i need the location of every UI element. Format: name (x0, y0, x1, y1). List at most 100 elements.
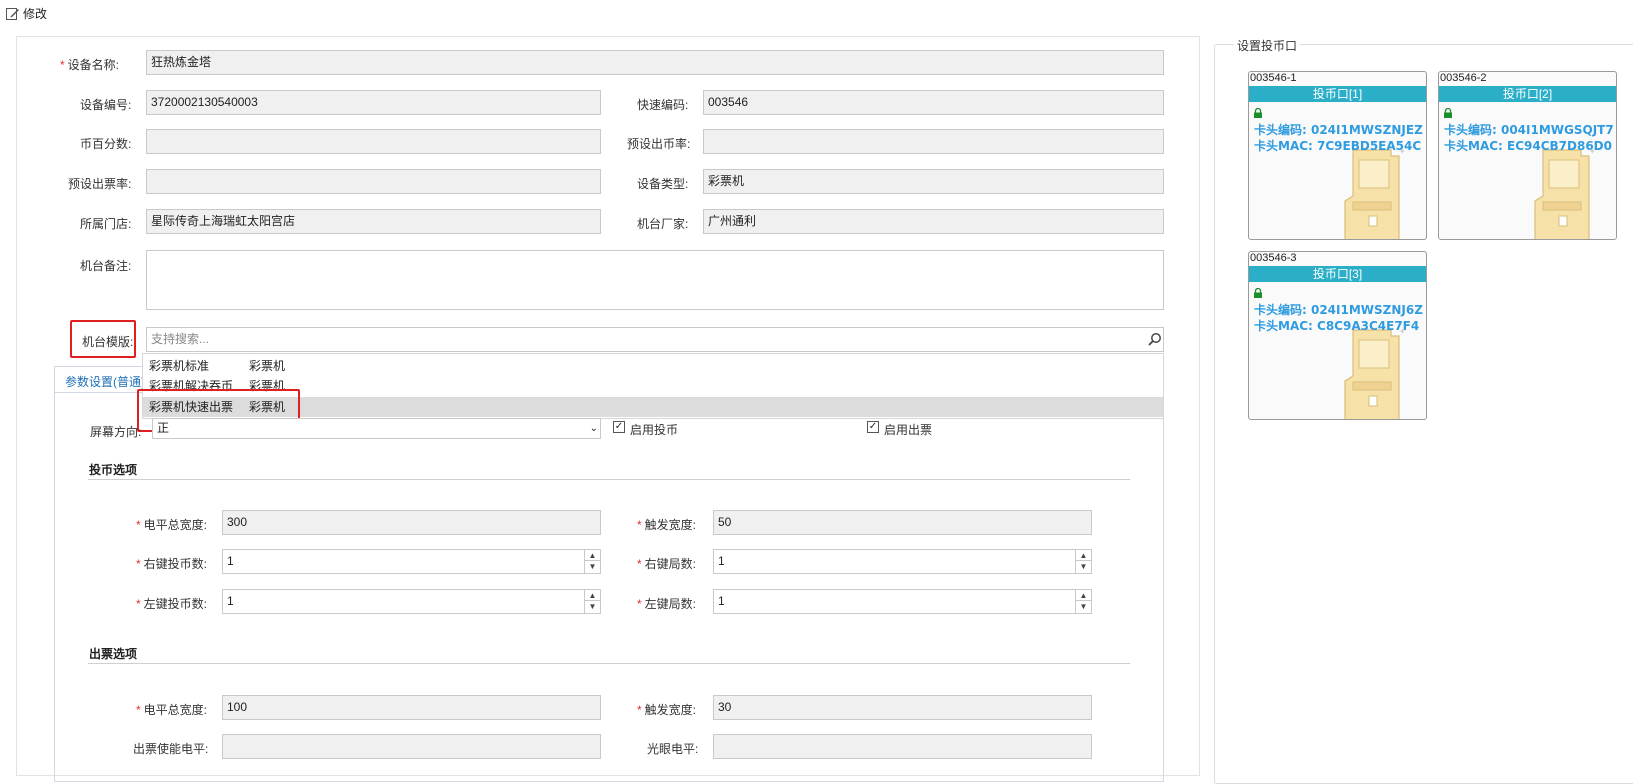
manufacturer-field[interactable]: 广州通利 (703, 209, 1164, 234)
option-type: 彩票机 (249, 359, 286, 373)
left-coin-value: 1 (227, 594, 234, 608)
ticket-trigger-width-field[interactable]: 30 (713, 695, 1092, 720)
device-name-label: * 设备名称: (60, 58, 120, 72)
right-rounds-label: * 右键局数: (637, 557, 697, 571)
screen-direction-value: 正 (157, 421, 170, 435)
device-type-label: 设备类型: (637, 177, 689, 191)
ticket-level-width-label: * 电平总宽度: (136, 703, 208, 717)
svg-text:✦: ✦ (1339, 336, 1341, 352)
remark-label: 机台备注: (80, 259, 132, 273)
coin-percent-label: 币百分数: (80, 137, 132, 151)
coin-trigger-width-field[interactable]: 50 (713, 510, 1092, 535)
lock-icon (1254, 288, 1262, 298)
template-label: 机台模版: (82, 335, 134, 349)
coin-slot-card[interactable]: 003546-1 投币口[1] ✦ ✦ 卡头编码: 024I1MWSZNJEZ … (1248, 71, 1427, 240)
slot-title: 投币口[2] (1439, 86, 1616, 102)
chevron-down-icon[interactable]: ▼ (585, 601, 600, 612)
svg-text:✦: ✦ (1339, 156, 1341, 172)
spinner[interactable]: ▲ ▼ (1075, 550, 1091, 573)
right-coin-stepper[interactable]: 1 ▲ ▼ (222, 549, 601, 574)
card-code: 卡头编码: 024I1MWSZNJEZ (1254, 123, 1423, 137)
screen-direction-label: 屏幕方向: (90, 425, 142, 439)
preset-ticket-rate-label: 预设出票率: (68, 177, 132, 191)
screen-direction-select[interactable]: 正 ⌄ (152, 418, 601, 439)
left-rounds-value: 1 (718, 594, 725, 608)
chevron-up-icon[interactable]: ▲ (1076, 550, 1091, 561)
spinner[interactable]: ▲ ▼ (584, 550, 600, 573)
edit-icon (6, 7, 19, 20)
window-title: 修改 (23, 6, 48, 21)
enable-ticket-checkbox[interactable]: ✓ (867, 421, 879, 433)
card-code: 卡头编码: 004I1MWGSQJT7 (1444, 123, 1614, 137)
coin-slot-card[interactable]: 003546-2 投币口[2] ✦ ✦ 卡头编码: 004I1MWGSQJT7 … (1438, 71, 1617, 240)
ticket-enable-level-field[interactable] (222, 734, 601, 759)
slot-id: 003546-2 (1440, 72, 1487, 84)
preset-ticket-rate-field[interactable] (146, 169, 601, 194)
enable-coin-checkbox[interactable]: ✓ (613, 421, 625, 433)
device-name-field[interactable]: 狂热炼金塔 (146, 50, 1164, 75)
left-rounds-label: * 左键局数: (637, 597, 697, 611)
ticket-enable-level-label: 出票使能电平: (133, 742, 209, 756)
store-label: 所属门店: (80, 217, 132, 231)
left-coin-stepper[interactable]: 1 ▲ ▼ (222, 589, 601, 614)
eye-level-field[interactable] (713, 734, 1092, 759)
remark-textarea[interactable] (146, 250, 1164, 310)
slot-title: 投币口[3] (1249, 266, 1426, 282)
tab-params-normal-label: 参数设置(普通) (65, 375, 145, 389)
quick-code-label: 快速编码: (637, 98, 689, 112)
right-rounds-value: 1 (718, 554, 725, 568)
device-code-field[interactable]: 3720002130540003 (146, 90, 601, 115)
ticket-level-width-field[interactable]: 100 (222, 695, 601, 720)
divider (88, 663, 1130, 664)
option-name: 彩票机标准 (149, 359, 210, 373)
coin-level-width-field[interactable]: 300 (222, 510, 601, 535)
store-field[interactable]: 星际传奇上海瑞虹太阳宫店 (146, 209, 601, 234)
card-mac: 卡头MAC: EC94CB7D86D0 (1444, 139, 1612, 153)
chevron-down-icon[interactable]: ▼ (1076, 561, 1091, 572)
coin-level-width-label: * 电平总宽度: (136, 518, 208, 532)
search-icon[interactable] (1148, 332, 1162, 346)
chevron-down-icon: ⌄ (589, 423, 598, 434)
ticket-options-title: 出票选项 (89, 647, 138, 661)
device-type-field[interactable]: 彩票机 (703, 169, 1164, 194)
right-rounds-stepper[interactable]: 1 ▲ ▼ (713, 549, 1092, 574)
arcade-machine-icon: ✦ ✦ (1339, 147, 1406, 239)
tab-content-panel (54, 392, 1164, 782)
coin-percent-field[interactable] (146, 129, 601, 154)
chevron-down-icon[interactable]: ▼ (585, 561, 600, 572)
coin-options-title: 投币选项 (89, 463, 138, 477)
chevron-up-icon[interactable]: ▲ (585, 590, 600, 601)
dropdown-option[interactable]: 彩票机标准 彩票机 (143, 356, 1163, 376)
device-code-label: 设备编号: (80, 98, 132, 112)
spinner[interactable]: ▲ ▼ (584, 590, 600, 613)
quick-code-field[interactable]: 003546 (703, 90, 1164, 115)
card-mac: 卡头MAC: C8C9A3C4E7F4 (1254, 319, 1420, 333)
left-rounds-stepper[interactable]: 1 ▲ ▼ (713, 589, 1092, 614)
preset-coin-rate-label: 预设出币率: (627, 137, 691, 151)
coin-trigger-width-label: * 触发宽度: (637, 518, 697, 532)
chevron-up-icon[interactable]: ▲ (585, 550, 600, 561)
svg-text:✦: ✦ (1529, 156, 1531, 172)
spinner[interactable]: ▲ ▼ (1075, 590, 1091, 613)
template-search-input[interactable]: 支持搜索... (146, 327, 1164, 352)
right-coin-label: * 右键投币数: (136, 557, 208, 571)
enable-coin-label: 启用投币 (630, 423, 679, 437)
right-coin-value: 1 (227, 554, 234, 568)
window-title-bar: 修改 (6, 4, 47, 22)
card-code: 卡头编码: 024I1MWSZNJ6Z (1254, 303, 1423, 317)
chevron-down-icon[interactable]: ▼ (1076, 601, 1091, 612)
eye-level-label: 光眼电平: (647, 742, 699, 756)
slot-id: 003546-3 (1250, 252, 1297, 264)
left-coin-label: * 左键投币数: (136, 597, 208, 611)
coin-slot-legend: 设置投币口 (1234, 37, 1301, 54)
enable-ticket-label: 启用出票 (884, 423, 933, 437)
arcade-machine-icon: ✦ ✦ (1529, 147, 1596, 239)
arcade-machine-icon: ✦ ✦ (1339, 327, 1406, 419)
coin-slot-card[interactable]: 003546-3 投币口[3] ✦ ✦ 卡头编码: 024I1MWSZNJ6Z … (1248, 251, 1427, 420)
card-mac: 卡头MAC: 7C9EBD5EA54C (1254, 139, 1422, 153)
slot-id: 003546-1 (1250, 72, 1297, 84)
slot-title: 投币口[1] (1249, 86, 1426, 102)
lock-icon (1444, 108, 1452, 118)
preset-coin-rate-field[interactable] (703, 129, 1164, 154)
chevron-up-icon[interactable]: ▲ (1076, 590, 1091, 601)
